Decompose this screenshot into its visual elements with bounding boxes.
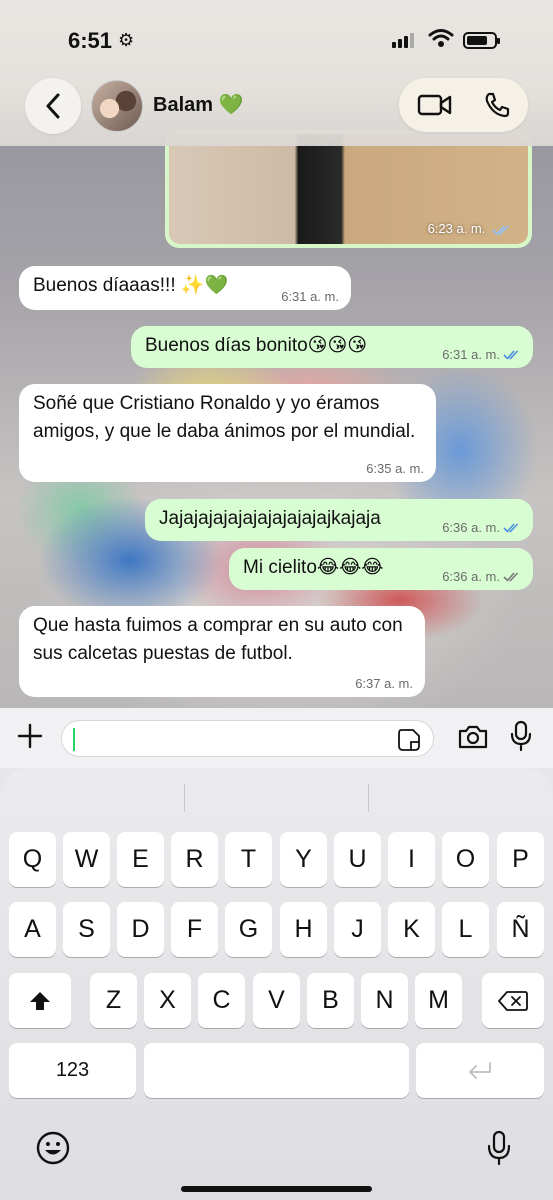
- space-key[interactable]: [144, 1043, 409, 1098]
- contact-name[interactable]: Balam 💚: [153, 92, 244, 117]
- wifi-icon: [428, 29, 454, 47]
- photo-image[interactable]: 6:23 a. m.: [169, 134, 528, 244]
- key-n[interactable]: N: [361, 973, 408, 1028]
- key-k[interactable]: K: [388, 902, 435, 957]
- shift-key[interactable]: [9, 973, 71, 1028]
- key-s[interactable]: S: [63, 902, 110, 957]
- photo-message[interactable]: 6:23 a. m.: [165, 130, 532, 248]
- message-text: Jajajajajajajajajajajajkajaja: [159, 508, 381, 529]
- return-icon: [469, 1061, 491, 1079]
- message-text: Soñé que Cristiano Ronaldo y yo éramos a…: [33, 393, 416, 442]
- status-time: 6:51: [68, 28, 113, 53]
- message-text: Buenos díaaas!!! ✨💚: [33, 275, 229, 296]
- message-text: Mi cielito😂😂😂: [243, 557, 384, 578]
- key-d[interactable]: D: [117, 902, 164, 957]
- message-meta: 6:36 a. m.: [442, 521, 521, 535]
- shift-icon: [30, 991, 50, 1010]
- key-h[interactable]: H: [280, 902, 327, 957]
- key-b[interactable]: B: [307, 973, 354, 1028]
- video-call-icon[interactable]: [417, 92, 453, 118]
- message-meta: 6:36 a. m.: [442, 570, 521, 584]
- call-actions: [399, 78, 528, 132]
- message-bubble-outgoing[interactable]: Mi cielito😂😂😂 6:36 a. m.: [229, 548, 533, 590]
- key-l[interactable]: L: [442, 902, 489, 957]
- battery-icon: [463, 32, 500, 49]
- home-indicator[interactable]: [181, 1186, 372, 1192]
- emoji-icon[interactable]: [35, 1130, 71, 1166]
- message-time: 6:36 a. m.: [442, 569, 500, 584]
- microphone-icon[interactable]: [510, 720, 532, 752]
- delivered-ticks-icon: [503, 572, 519, 582]
- message-bubble-incoming[interactable]: Buenos díaaas!!! ✨💚 6:31 a. m.: [19, 266, 351, 310]
- phone-call-icon[interactable]: [483, 91, 511, 119]
- back-button[interactable]: [25, 78, 81, 134]
- key-j[interactable]: J: [334, 902, 381, 957]
- message-bubble-incoming[interactable]: Soñé que Cristiano Ronaldo y yo éramos a…: [19, 384, 436, 482]
- delete-icon: [498, 990, 528, 1011]
- message-meta: 6:31 a. m.: [281, 290, 339, 304]
- message-time: 6:35 a. m.: [366, 461, 424, 476]
- message-time: 6:31 a. m.: [442, 347, 500, 362]
- message-time: 6:36 a. m.: [442, 520, 500, 535]
- return-key[interactable]: [416, 1043, 544, 1098]
- key-r[interactable]: R: [171, 832, 218, 887]
- key-e[interactable]: E: [117, 832, 164, 887]
- key-c[interactable]: C: [198, 973, 245, 1028]
- key-g[interactable]: G: [225, 902, 272, 957]
- key-n-tilde[interactable]: Ñ: [497, 902, 544, 957]
- message-composer: [0, 708, 553, 768]
- status-bar: 6:51 ⚙: [0, 0, 553, 78]
- message-bubble-incoming[interactable]: Que hasta fuimos a comprar en su auto co…: [19, 606, 425, 697]
- message-meta: 6:35 a. m.: [366, 462, 424, 476]
- suggestion-divider: [184, 784, 185, 812]
- read-ticks-icon: [492, 224, 509, 235]
- key-f[interactable]: F: [171, 902, 218, 957]
- numbers-key[interactable]: 123: [9, 1043, 136, 1098]
- read-ticks-icon: [503, 523, 519, 533]
- key-y[interactable]: Y: [280, 832, 327, 887]
- key-q[interactable]: Q: [9, 832, 56, 887]
- key-z[interactable]: Z: [90, 973, 137, 1028]
- read-ticks-icon: [503, 350, 519, 360]
- plus-icon[interactable]: [16, 722, 44, 750]
- photo-message-time: 6:23 a. m.: [427, 221, 486, 236]
- key-w[interactable]: W: [63, 832, 110, 887]
- key-o[interactable]: O: [442, 832, 489, 887]
- message-meta: 6:31 a. m.: [442, 348, 521, 362]
- key-m[interactable]: M: [415, 973, 462, 1028]
- message-input[interactable]: [61, 720, 434, 757]
- message-text: Que hasta fuimos a comprar en su auto co…: [33, 615, 403, 664]
- key-t[interactable]: T: [225, 832, 272, 887]
- suggestion-divider: [368, 784, 369, 812]
- message-text: Buenos días bonito😘😘😘: [145, 335, 368, 356]
- key-x[interactable]: X: [144, 973, 191, 1028]
- camera-icon[interactable]: [457, 724, 489, 750]
- gear-icon: ⚙: [118, 30, 135, 50]
- cellular-signal-icon: [392, 33, 414, 48]
- message-bubble-outgoing[interactable]: Buenos días bonito😘😘😘 6:31 a. m.: [131, 326, 533, 368]
- delete-key[interactable]: [482, 973, 544, 1028]
- key-i[interactable]: I: [388, 832, 435, 887]
- key-v[interactable]: V: [253, 973, 300, 1028]
- photo-message-meta: 6:23 a. m.: [428, 221, 512, 236]
- text-caret: [73, 728, 75, 751]
- message-meta: 6:37 a. m.: [355, 677, 413, 691]
- key-u[interactable]: U: [334, 832, 381, 887]
- contact-avatar[interactable]: [91, 80, 143, 132]
- key-a[interactable]: A: [9, 902, 56, 957]
- message-bubble-outgoing[interactable]: Jajajajajajajajajajajajkajaja 6:36 a. m.: [145, 499, 533, 541]
- back-chevron-icon: [46, 93, 60, 119]
- message-time: 6:31 a. m.: [281, 289, 339, 304]
- dictation-icon[interactable]: [487, 1130, 511, 1166]
- message-time: 6:37 a. m.: [355, 676, 413, 691]
- sticker-icon[interactable]: [397, 728, 421, 752]
- key-p[interactable]: P: [497, 832, 544, 887]
